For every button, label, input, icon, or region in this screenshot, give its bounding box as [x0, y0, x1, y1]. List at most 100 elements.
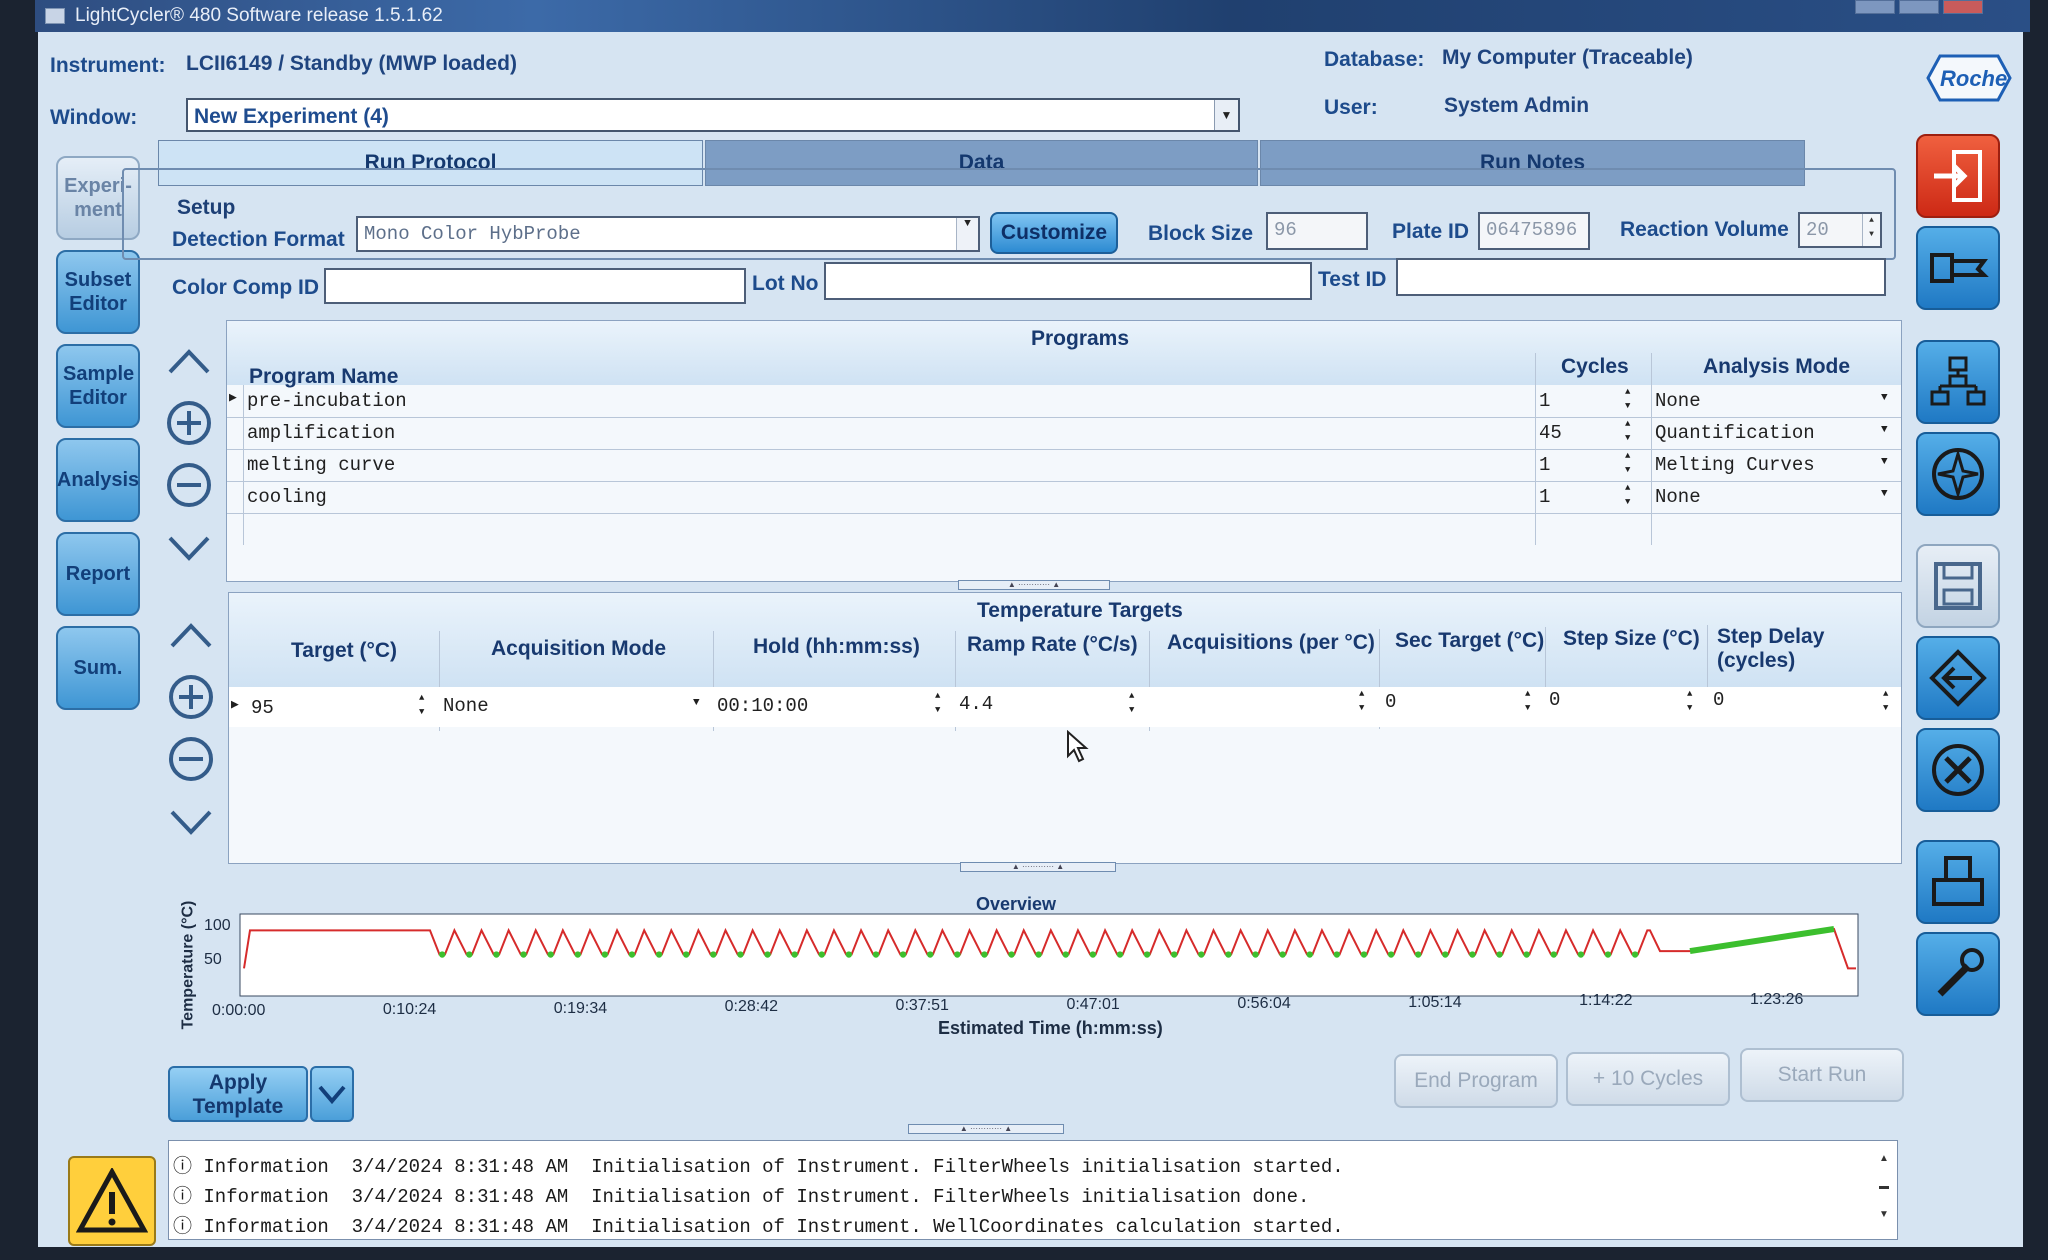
targets-splitter[interactable]: ▲ ············ ▲	[960, 862, 1116, 872]
reaction-volume-stepper[interactable]: 20 ▲ ▼	[1798, 212, 1882, 248]
detection-format-select[interactable]: Mono Color HybProbe ▼	[356, 216, 980, 252]
move-down-target-button[interactable]	[164, 796, 218, 850]
tools-button[interactable]	[1916, 932, 2000, 1016]
acquisition-point	[1035, 951, 1042, 958]
chevron-down-icon[interactable]: ▼	[1881, 424, 1888, 436]
save-icon	[1934, 562, 1982, 610]
plus-10-cycles-button[interactable]: + 10 Cycles	[1566, 1052, 1730, 1106]
add-program-button[interactable]	[162, 396, 216, 450]
message-log[interactable]: ⓘ Information 3/4/2024 8:31:48 AM Initia…	[168, 1140, 1898, 1240]
plate-id-value: 06475896	[1486, 219, 1578, 241]
spinner-icon[interactable]: ▲ ▼	[935, 689, 940, 717]
exit-button[interactable]	[1916, 134, 2000, 218]
block-size-field[interactable]: 96	[1266, 212, 1368, 250]
nav-subset-editor-button[interactable]: Subset Editor	[56, 250, 140, 334]
apply-template-label: Apply Template	[192, 1071, 284, 1118]
chevron-down-icon[interactable]: ▼	[1881, 488, 1888, 500]
ramp-rate-cell[interactable]: 4.4	[959, 693, 993, 715]
spinner-icon[interactable]: ▲ ▼	[1129, 689, 1134, 717]
table-row[interactable]: amplification 45 ▲ ▼ Quantification ▼	[227, 417, 1901, 449]
apply-button[interactable]	[1916, 636, 2000, 720]
spinner-icon[interactable]: ▲ ▼	[419, 691, 424, 719]
lot-no-field[interactable]	[824, 262, 1312, 300]
chevron-down-icon[interactable]: ▼	[1214, 100, 1238, 130]
save-button[interactable]	[1916, 544, 2000, 628]
chevron-down-icon[interactable]: ▼	[1881, 456, 1888, 468]
acquisition-mode-cell[interactable]: None	[443, 695, 489, 717]
spinner-icon[interactable]: ▲ ▼	[1525, 687, 1530, 715]
window-select[interactable]: New Experiment (4) ▼	[186, 98, 1240, 132]
program-name-cell[interactable]: pre-incubation	[247, 390, 407, 412]
chevron-down-icon[interactable]: ▼	[956, 218, 978, 250]
program-name-cell[interactable]: cooling	[247, 486, 327, 508]
navigator-button[interactable]	[1916, 432, 2000, 516]
end-program-button[interactable]: End Program	[1394, 1054, 1558, 1108]
color-comp-field[interactable]	[324, 268, 746, 304]
cycles-cell[interactable]: 1	[1539, 486, 1550, 508]
network-button[interactable]	[1916, 340, 2000, 424]
remove-program-button[interactable]	[162, 458, 216, 512]
end-program-label: End Program	[1414, 1069, 1538, 1092]
log-scrollbar[interactable]: ▲ ▬ ▼	[1873, 1145, 1895, 1237]
analysis-mode-cell[interactable]: None	[1655, 486, 1701, 508]
cancel-button[interactable]	[1916, 728, 2000, 812]
chevron-up-icon	[168, 349, 210, 374]
step-delay-cell[interactable]: 0	[1713, 689, 1724, 711]
spinner-icon[interactable]: ▲ ▼	[1862, 214, 1880, 246]
analysis-mode-cell[interactable]: Melting Curves	[1655, 454, 1815, 476]
plate-id-field[interactable]: 06475896	[1478, 212, 1590, 250]
customize-button[interactable]: Customize	[990, 212, 1118, 254]
cycles-cell[interactable]: 1	[1539, 390, 1550, 412]
program-name-cell[interactable]: amplification	[247, 422, 395, 444]
log-time: 8:31:48 AM	[454, 1156, 569, 1178]
spinner-icon[interactable]: ▲ ▼	[1625, 449, 1630, 477]
warning-button[interactable]	[68, 1156, 156, 1246]
x-tick-label: 1:05:14	[1408, 993, 1462, 1011]
apply-template-button[interactable]: Apply Template	[168, 1066, 308, 1122]
nav-analysis-button[interactable]: Analysis	[56, 438, 140, 522]
step-size-cell[interactable]: 0	[1549, 689, 1560, 711]
move-up-program-button[interactable]	[162, 334, 216, 388]
table-row[interactable]: ▶ 95 ▲ ▼ None ▼ 00:10:00 ▲ ▼ 4.4 ▲ ▼ ▲ ▼ 0 ▲…	[229, 687, 1901, 727]
title-bar: LightCycler® 480 Software release 1.5.1.…	[35, 0, 2030, 32]
spinner-icon[interactable]: ▲ ▼	[1883, 687, 1888, 715]
chevron-down-icon[interactable]: ▼	[1881, 392, 1888, 404]
spinner-icon[interactable]: ▲ ▼	[1625, 481, 1630, 509]
target-cell[interactable]: 95	[251, 697, 274, 719]
cycles-cell[interactable]: 45	[1539, 422, 1562, 444]
table-row[interactable]: cooling 1 ▲ ▼ None ▼	[227, 481, 1901, 513]
analysis-mode-cell[interactable]: None	[1655, 390, 1701, 412]
programs-splitter[interactable]: ▲ ············ ▲	[958, 580, 1110, 590]
program-name-cell[interactable]: melting curve	[247, 454, 395, 476]
spinner-icon[interactable]: ▲ ▼	[1359, 687, 1364, 715]
table-row[interactable]: melting curve 1 ▲ ▼ Melting Curves ▼	[227, 449, 1901, 481]
hold-cell[interactable]: 00:10:00	[717, 695, 808, 717]
analysis-mode-cell[interactable]: Quantification	[1655, 422, 1815, 444]
minimize-button[interactable]	[1855, 0, 1895, 14]
remove-target-button[interactable]	[164, 732, 218, 786]
close-window-button[interactable]	[1943, 0, 1983, 14]
move-up-target-button[interactable]	[164, 608, 218, 662]
lot-no-label: Lot No	[752, 272, 819, 295]
acquisition-point	[1252, 951, 1259, 958]
lock-key-button[interactable]	[1916, 226, 2000, 310]
log-splitter[interactable]: ▲ ············ ▲	[908, 1124, 1064, 1134]
spinner-icon[interactable]: ▲ ▼	[1625, 385, 1630, 413]
table-row[interactable]: ▶ pre-incubation 1 ▲ ▼ None ▼	[227, 385, 1901, 417]
start-run-button[interactable]: Start Run	[1740, 1048, 1904, 1102]
chevron-down-icon[interactable]: ▼	[693, 697, 700, 709]
print-button[interactable]	[1916, 840, 2000, 924]
spinner-icon[interactable]: ▲ ▼	[1625, 417, 1630, 445]
apply-template-dropdown[interactable]	[310, 1066, 354, 1122]
nav-sample-editor-button[interactable]: Sample Editor	[56, 344, 140, 428]
move-down-program-button[interactable]	[162, 522, 216, 576]
cycles-cell[interactable]: 1	[1539, 454, 1550, 476]
nav-report-button[interactable]: Report	[56, 532, 140, 616]
test-id-field[interactable]	[1396, 258, 1886, 296]
add-target-button[interactable]	[164, 670, 218, 724]
nav-sum-button[interactable]: Sum.	[56, 626, 140, 710]
acquisition-point	[628, 951, 636, 958]
maximize-button[interactable]	[1899, 0, 1939, 14]
spinner-icon[interactable]: ▲ ▼	[1687, 687, 1692, 715]
sec-target-cell[interactable]: 0	[1385, 691, 1396, 713]
